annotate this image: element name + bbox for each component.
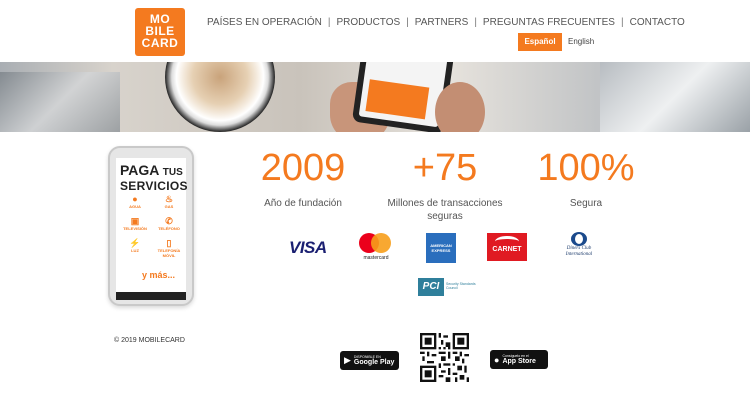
service-label: TELEFONÍA MÓVIL <box>157 248 181 258</box>
mastercard-logo: mastercard <box>356 233 396 265</box>
promo-title-tus: TUS <box>162 167 183 178</box>
promo-title: PAGA TUS SERVICIOS <box>120 162 190 193</box>
hero-hand-right <box>435 82 485 132</box>
hero-coffee-cup <box>165 62 275 132</box>
service-label: GAS <box>164 204 174 209</box>
mobilecard-logo[interactable]: MO BILE CARD <box>135 8 185 56</box>
service-label: AGUA <box>129 204 141 209</box>
phone-icon: ✆ <box>165 216 173 226</box>
hero-table-right <box>600 62 750 132</box>
promo-title-paga: PAGA <box>120 162 159 178</box>
google-play-big: Google Play <box>353 358 395 366</box>
carnet-logo: CARNET <box>487 233 527 261</box>
amex-logo: AMERICAN EXPRESS <box>426 233 456 263</box>
qr-code <box>420 333 469 382</box>
phone-nav-bar <box>116 292 186 300</box>
app-store-text: Consíguelo en el App Store <box>502 354 535 366</box>
google-play-text: DISPONIBLE EN Google Play <box>354 355 394 367</box>
flame-icon: ♨ <box>164 194 174 204</box>
diners-club-logo: Diners Club International <box>560 232 598 264</box>
mastercard-yellow-circle <box>371 233 391 253</box>
service-telefonia-movil: ▯ TELEFONÍA MÓVIL <box>152 238 186 258</box>
header: MO BILE CARD PAÍSES EN OPERACIÓN | PRODU… <box>0 0 750 62</box>
nav-contacto[interactable]: CONTACTO <box>628 17 687 28</box>
page: MO BILE CARD PAÍSES EN OPERACIÓN | PRODU… <box>0 0 750 401</box>
stat-label: Segura <box>569 198 603 209</box>
service-agua: ● AGUA <box>118 194 152 209</box>
service-telefono: ✆ TELÉFONO <box>152 216 186 231</box>
water-drop-icon: ● <box>132 194 138 204</box>
service-gas: ♨ GAS <box>152 194 186 209</box>
tv-icon: ▣ <box>130 216 140 226</box>
nav-separator: | <box>620 17 624 28</box>
promo-more-text: y más... <box>142 270 176 280</box>
language-english-link[interactable]: English <box>568 33 594 51</box>
stat-value: 100% <box>537 147 635 189</box>
diners-text: Diners Club International <box>565 246 593 257</box>
hero-table-left <box>0 72 120 132</box>
language-espanol-button[interactable]: Español <box>518 33 562 51</box>
service-label: TELEVISIÓN <box>123 226 147 231</box>
stat-label: Millones de transacciones seguras <box>387 198 503 222</box>
stat-value: 2009 <box>260 147 346 189</box>
stat-founded: 2009 Año de fundación <box>250 148 356 210</box>
service-television: ▣ TELEVISIÓN <box>118 216 152 231</box>
hero-phone-screen <box>358 62 448 128</box>
nav-paises[interactable]: PAÍSES EN OPERACIÓN <box>205 17 324 28</box>
pci-mark: PCI <box>418 278 444 296</box>
apple-icon: ● <box>494 354 500 365</box>
diners-disc-icon <box>571 232 587 246</box>
hero-banner-image <box>0 62 750 132</box>
mobile-icon: ▯ <box>166 238 172 248</box>
service-luz: ⚡ LUZ <box>118 238 152 253</box>
stat-transactions: +75 Millones de transacciones seguras <box>375 148 515 223</box>
promo-title-servicios: SERVICIOS <box>120 179 188 193</box>
google-play-badge[interactable]: ▶ DISPONIBLE EN Google Play <box>340 351 399 370</box>
main-nav: PAÍSES EN OPERACIÓN | PRODUCTOS | PARTNE… <box>205 17 687 28</box>
nav-separator: | <box>406 17 409 28</box>
stat-label: Año de fundación <box>264 198 342 209</box>
nav-productos[interactable]: PRODUCTOS <box>334 17 402 28</box>
mastercard-text: mastercard <box>363 255 389 261</box>
app-store-big: App Store <box>502 357 536 365</box>
pci-text: Security Standards Council <box>446 282 476 290</box>
google-play-icon: ▶ <box>344 355 351 365</box>
stat-secure: 100% Segura <box>530 148 642 210</box>
pci-logo: PCI Security Standards Council <box>418 278 480 298</box>
logo-line-3: CARD <box>141 36 179 50</box>
visa-logo: VISA <box>289 238 327 257</box>
lightning-icon: ⚡ <box>129 238 141 248</box>
service-label: LUZ <box>131 248 139 253</box>
nav-separator: | <box>327 17 331 28</box>
nav-partners[interactable]: PARTNERS <box>413 17 471 28</box>
promo-phone-image: PAGA TUS SERVICIOS ● AGUA ♨ GAS ▣ TELEVI… <box>108 146 194 306</box>
service-label: TELÉFONO <box>158 226 180 231</box>
app-store-badge[interactable]: ● Consíguelo en el App Store <box>490 350 548 369</box>
stat-value: +75 <box>412 147 478 189</box>
promo-phone-screen: PAGA TUS SERVICIOS ● AGUA ♨ GAS ▣ TELEVI… <box>116 158 188 292</box>
hero-phone-card <box>365 79 430 120</box>
copyright-text: © 2019 MOBILECARD <box>114 337 185 344</box>
nav-separator: | <box>474 17 477 28</box>
nav-preguntas[interactable]: PREGUNTAS FRECUENTES <box>481 17 617 28</box>
